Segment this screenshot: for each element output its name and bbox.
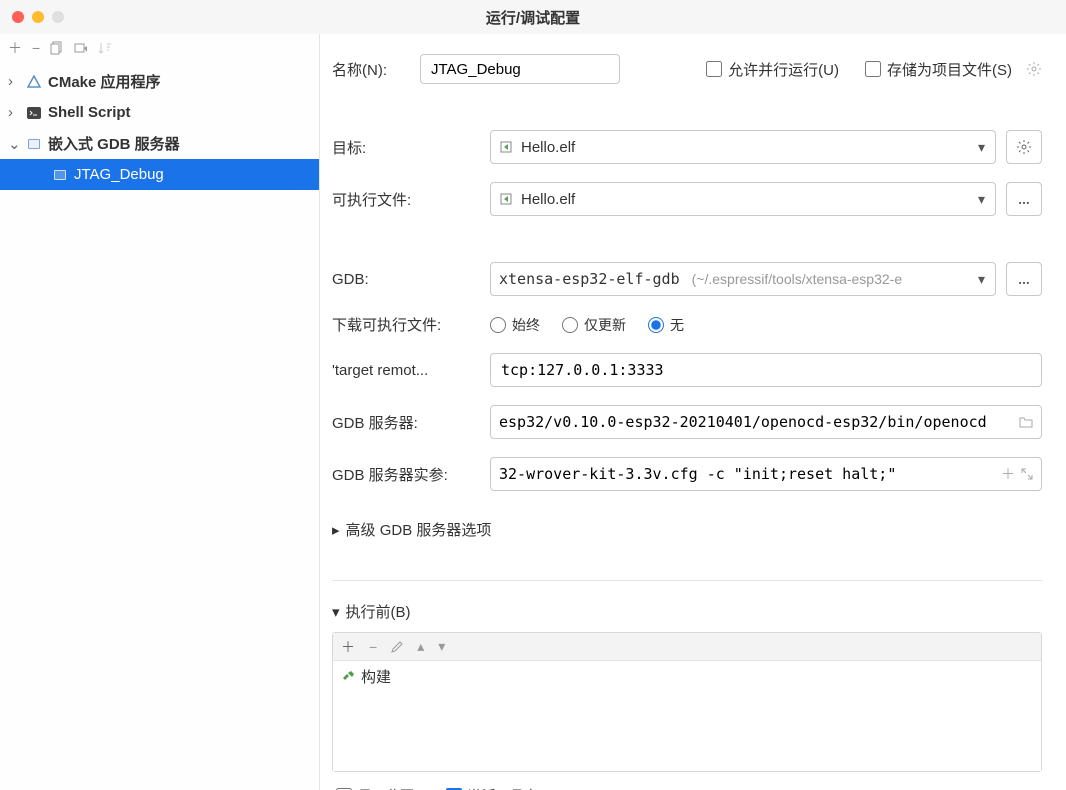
before-up-icon[interactable]: ▴ [417,638,424,655]
radio-always-label: 始终 [512,315,540,335]
gdb-server-input[interactable] [499,413,1013,431]
gdb-hint: (~/.espressif/tools/xtensa-esp32-e [692,271,903,287]
tree-item-jtag-debug[interactable]: JTAG_Debug [0,159,319,190]
target-remote-label: 'target remot... [332,362,480,379]
before-down-icon[interactable]: ▾ [438,638,445,655]
gdb-server-label: GDB 服务器: [332,412,480,433]
cmake-icon [26,74,42,90]
gdb-browse-button[interactable]: ... [1006,262,1042,296]
allow-parallel-label: 允许并行运行(U) [728,59,839,80]
radio-none[interactable]: 无 [648,315,684,335]
before-item-label: 构建 [361,666,391,687]
before-remove-icon[interactable]: − [369,639,377,655]
target-remote-input[interactable] [490,353,1042,387]
hammer-icon [341,670,355,684]
target-value: Hello.elf [521,139,575,156]
exe-dropdown[interactable]: Hello.elf ▾ [490,182,996,216]
show-page-label: 显示此页面 [358,786,428,790]
tree-group-label: Shell Script [48,104,131,121]
before-section-expander[interactable]: ▾ 执行前(B) [332,591,1042,632]
target-dropdown[interactable]: Hello.elf ▾ [490,130,996,164]
copy-config-icon[interactable] [50,41,64,55]
gdb-config-icon [52,167,68,183]
chevron-down-icon: ▾ [332,603,340,621]
tree-item-label: JTAG_Debug [74,166,164,183]
sidebar-toolbar: ＋ − [0,34,319,62]
exe-browse-button[interactable]: ... [1006,182,1042,216]
chevron-right-icon: ▸ [332,521,340,539]
remove-config-icon[interactable]: − [32,40,40,56]
exe-icon [499,192,513,206]
exe-label: 可执行文件: [332,189,480,210]
tree-group-shell[interactable]: › Shell Script [0,97,319,128]
expand-field-icon[interactable] [1021,468,1033,480]
tree-group-label: 嵌入式 GDB 服务器 [48,133,180,154]
tree-group-cmake[interactable]: › CMake 应用程序 [0,66,319,97]
before-edit-icon[interactable] [391,641,403,653]
sort-config-icon[interactable] [98,41,112,55]
shell-icon [26,105,42,121]
radio-always[interactable]: 始终 [490,315,540,335]
chevron-right-icon: › [8,104,20,121]
target-settings-button[interactable] [1006,130,1042,164]
gdb-args-label: GDB 服务器实参: [332,464,480,485]
store-project-checkbox[interactable]: 存储为项目文件(S) [865,59,1012,80]
insert-macro-icon[interactable]: ＋ [1001,464,1015,484]
close-window-icon[interactable] [12,11,24,23]
gear-icon[interactable] [1026,61,1042,77]
minimize-window-icon[interactable] [32,11,44,23]
gdb-label: GDB: [332,271,480,288]
radio-update[interactable]: 仅更新 [562,315,626,335]
folder-icon[interactable] [1019,416,1033,428]
chevron-down-icon: ▾ [978,139,985,156]
before-item-build[interactable]: 构建 [333,661,1041,692]
maximize-window-icon[interactable] [52,11,64,23]
tree-group-label: CMake 应用程序 [48,71,161,92]
chevron-down-icon: ▾ [978,271,985,288]
chevron-down-icon: ▾ [978,191,985,208]
before-section-label: 执行前(B) [346,601,411,622]
save-template-icon[interactable] [74,41,88,55]
activate-tool-label: 激活工具窗口 [468,786,552,790]
activate-tool-checkbox[interactable]: 激活工具窗口 [446,786,552,790]
radio-none-label: 无 [670,315,684,335]
name-label: 名称(N): [332,59,410,80]
store-project-label: 存储为项目文件(S) [887,59,1012,80]
exe-value: Hello.elf [521,191,575,208]
allow-parallel-checkbox[interactable]: 允许并行运行(U) [706,59,839,80]
name-input[interactable] [420,54,620,84]
show-page-checkbox[interactable]: 显示此页面 [336,786,428,790]
tree-group-gdb[interactable]: ⌄ 嵌入式 GDB 服务器 [0,128,319,159]
advanced-options-expander[interactable]: ▸ 高级 GDB 服务器选项 [332,509,1042,550]
radio-update-label: 仅更新 [584,315,626,335]
before-add-icon[interactable]: ＋ [341,637,355,657]
before-list: 构建 [333,661,1041,771]
chevron-right-icon: › [8,73,20,90]
target-icon [499,140,513,154]
gdb-value: xtensa-esp32-elf-gdb [499,270,680,288]
chevron-down-icon: ⌄ [8,135,20,153]
window-title: 运行/调试配置 [12,7,1054,28]
gdb-server-icon [26,136,42,152]
target-label: 目标: [332,137,480,158]
add-config-icon[interactable]: ＋ [8,38,22,58]
download-label: 下载可执行文件: [332,314,480,335]
gdb-dropdown[interactable]: xtensa-esp32-elf-gdb (~/.espressif/tools… [490,262,996,296]
gdb-args-input[interactable] [499,465,995,483]
advanced-options-label: 高级 GDB 服务器选项 [346,519,492,540]
